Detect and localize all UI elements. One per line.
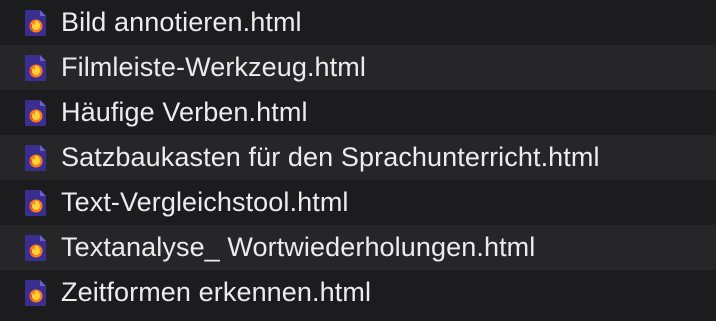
firefox-html-document-icon [25,144,46,171]
file-row[interactable]: Textanalyse_ Wortwiederholungen.html [0,225,716,270]
file-name: Häufige Verben.html [61,96,308,127]
file-name: Satzbaukasten für den Sprachunterricht.h… [61,141,600,172]
firefox-html-document-icon [25,280,46,306]
file-name: Zeitformen erkennen.html [61,276,372,307]
file-name: Textanalyse_ Wortwiederholungen.html [61,231,536,262]
file-row[interactable]: Zeitformen erkennen.html [0,270,716,316]
file-name: Filmleiste-Werkzeug.html [61,51,366,82]
firefox-html-document-icon [25,189,46,216]
firefox-html-document-icon [25,99,46,126]
file-name: Bild annotieren.html [61,6,302,37]
file-row[interactable]: Filmleiste-Werkzeug.html [0,45,716,90]
file-row[interactable]: Bild annotieren.html [0,0,716,45]
firefox-html-document-icon [25,54,46,81]
file-row[interactable]: Häufige Verben.html [0,90,716,135]
firefox-html-document-icon [25,234,46,261]
firefox-html-document-icon [25,9,46,36]
file-row[interactable]: Satzbaukasten für den Sprachunterricht.h… [0,135,716,180]
file-list: Bild annotieren.html Filmleiste-Werkzeug… [0,0,716,321]
file-row[interactable]: Text-Vergleichstool.html [0,180,716,225]
file-name: Text-Vergleichstool.html [61,186,349,217]
